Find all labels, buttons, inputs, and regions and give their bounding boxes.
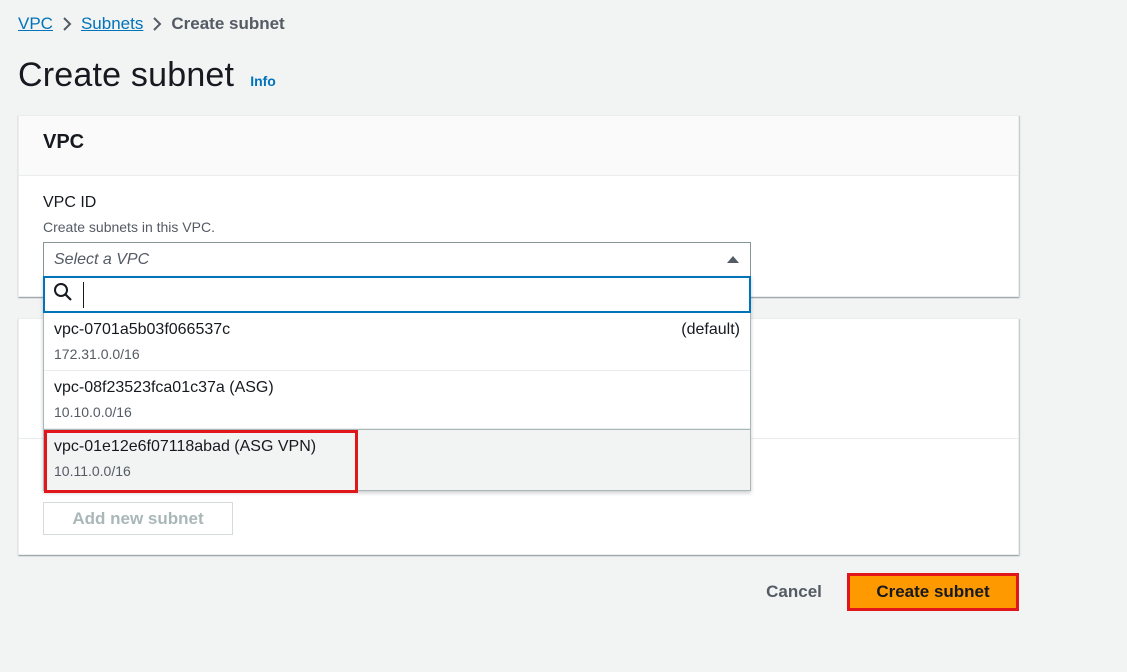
vpc-option-id: vpc-0701a5b03f066537c xyxy=(54,321,231,338)
breadcrumb-vpc-link[interactable]: VPC xyxy=(18,14,53,34)
cancel-button[interactable]: Cancel xyxy=(762,580,826,604)
caret-up-icon xyxy=(726,251,740,269)
add-new-subnet-button[interactable]: Add new subnet xyxy=(43,502,233,535)
info-link[interactable]: Info xyxy=(250,73,276,89)
title-row: Create subnet Info xyxy=(18,56,276,95)
vpc-option-cidr: 172.31.0.0/16 xyxy=(54,346,140,362)
vpc-option[interactable]: vpc-08f23523fca01c37a (ASG) 10.10.0.0/16 xyxy=(44,371,750,429)
vpc-option-cidr: 10.11.0.0/16 xyxy=(54,463,131,479)
vpc-select[interactable]: Select a VPC xyxy=(43,242,751,276)
vpc-select-placeholder: Select a VPC xyxy=(54,250,150,268)
vpc-id-description: Create subnets in this VPC. xyxy=(43,219,215,235)
vpc-search-input[interactable] xyxy=(83,281,723,308)
vpc-option-id: vpc-08f23523fca01c37a (ASG) xyxy=(54,379,274,396)
chevron-right-icon xyxy=(143,16,171,32)
page-title: Create subnet xyxy=(18,56,235,94)
vpc-option[interactable]: vpc-0701a5b03f066537c (default) 172.31.0… xyxy=(44,313,750,371)
create-subnet-button[interactable]: Create subnet xyxy=(847,573,1019,611)
breadcrumb-current: Create subnet xyxy=(171,14,285,33)
search-icon xyxy=(53,282,73,307)
breadcrumb: VPC Subnets Create subnet xyxy=(18,12,285,36)
vpc-id-label: VPC ID xyxy=(43,194,97,211)
vpc-search-box[interactable] xyxy=(43,276,751,313)
vpc-option-cidr: 10.10.0.0/16 xyxy=(54,404,132,420)
chevron-right-icon xyxy=(53,16,81,32)
vpc-option-id: vpc-01e12e6f07118abad (ASG VPN) xyxy=(54,438,317,455)
vpc-panel-heading: VPC xyxy=(43,131,85,153)
vpc-panel-header: VPC xyxy=(19,116,1018,176)
breadcrumb-subnets-link[interactable]: Subnets xyxy=(81,14,143,34)
vpc-option-tag: (default) xyxy=(681,321,740,338)
vpc-option-highlighted[interactable]: vpc-01e12e6f07118abad (ASG VPN) 10.11.0.… xyxy=(44,429,750,491)
vpc-dropdown: vpc-0701a5b03f066537c (default) 172.31.0… xyxy=(43,276,751,491)
page: VPC Subnets Create subnet Create subnet … xyxy=(0,0,1127,672)
